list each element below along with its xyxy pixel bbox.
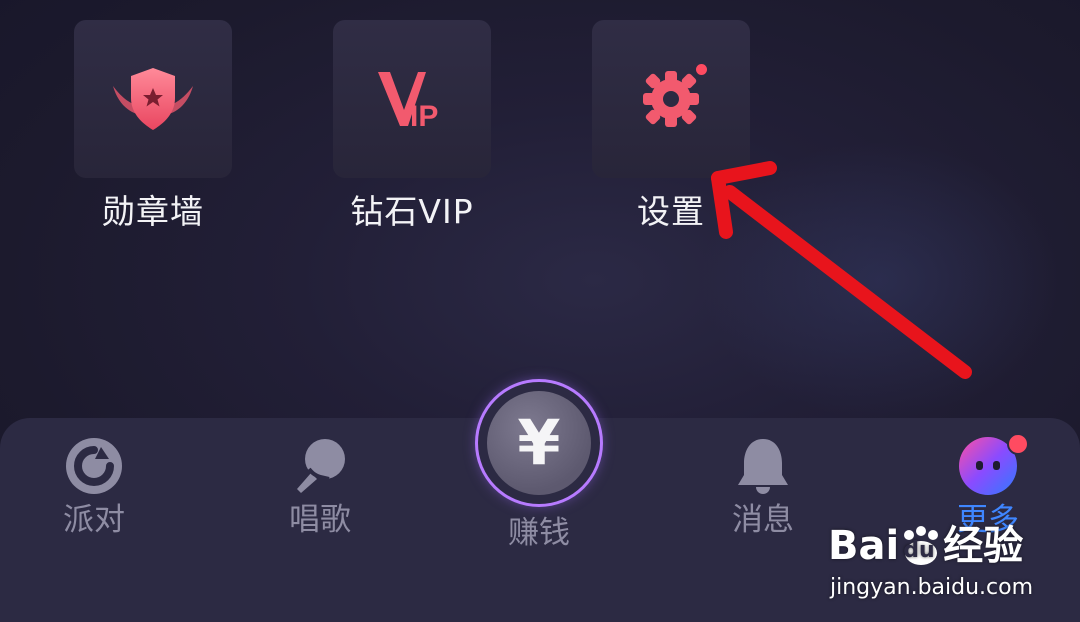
watermark-brand-mid: du (903, 538, 935, 563)
app-screen: 勋章墙 IP 钻石VIP 设置 派对 唱歌 ¥ 赚钱 消息 更多 Bai du … (0, 0, 1080, 622)
notification-dot (696, 64, 707, 75)
watermark-brand-suffix: 经验 (943, 523, 1024, 569)
bell-icon (738, 439, 788, 494)
gear-icon (643, 71, 699, 127)
watermark-brand-prefix: Bai (828, 523, 900, 569)
more-icon-wrap (957, 433, 1029, 497)
annotation-arrow-icon (711, 161, 972, 379)
feature-diamond-vip[interactable]: IP 钻石VIP (333, 20, 491, 232)
feature-tile[interactable]: IP (333, 20, 491, 178)
tab-label: 唱歌 (289, 502, 351, 538)
baidu-watermark: Bai du 经验 jingyan.baidu.com (828, 522, 1068, 618)
feature-tile[interactable] (74, 20, 232, 178)
tab-party[interactable]: 派对 (24, 435, 164, 539)
microphone-icon (297, 439, 345, 493)
medal-shield-icon (113, 68, 193, 130)
tab-sing[interactable]: 唱歌 (250, 435, 390, 539)
watermark-brand: Bai du 经验 (828, 522, 1023, 570)
vip-icon-text: IP (410, 100, 438, 133)
tab-label: 赚钱 (508, 515, 570, 551)
yuan-icon: ¥ (487, 391, 591, 495)
tab-earn[interactable]: ¥ (478, 382, 600, 504)
notification-dot (1007, 433, 1029, 455)
watermark-url: jingyan.baidu.com (830, 575, 1034, 600)
paw-icon: du (899, 525, 943, 565)
tab-label: 消息 (732, 502, 794, 538)
vip-icon: IP (378, 72, 438, 133)
feature-label: 钻石VIP (350, 192, 474, 231)
tab-label: 派对 (63, 502, 125, 538)
party-icon (66, 438, 122, 494)
feature-medal-wall[interactable]: 勋章墙 (74, 20, 232, 232)
tab-messages[interactable]: 消息 (693, 435, 833, 539)
feature-label: 勋章墙 (102, 192, 204, 231)
